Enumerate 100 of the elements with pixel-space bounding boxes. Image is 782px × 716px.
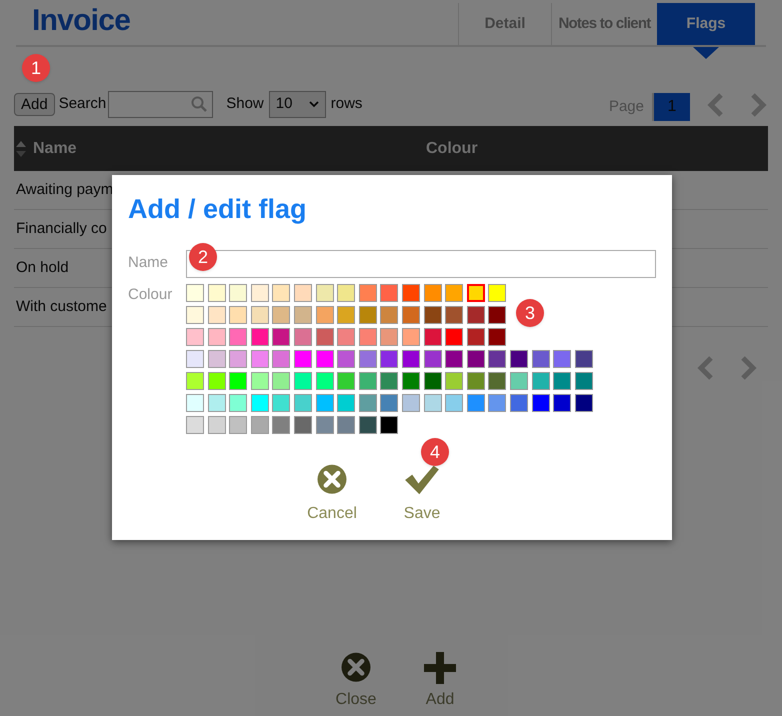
colour-swatch[interactable] xyxy=(510,350,528,368)
colour-swatch[interactable] xyxy=(186,306,204,324)
colour-swatch[interactable] xyxy=(488,284,506,302)
colour-swatch[interactable] xyxy=(424,350,442,368)
colour-swatch[interactable] xyxy=(316,284,334,302)
colour-swatch[interactable] xyxy=(250,394,269,412)
colour-swatch[interactable] xyxy=(358,306,377,324)
colour-swatch[interactable] xyxy=(424,394,442,412)
column-header[interactable]: Colour xyxy=(426,136,478,160)
colour-swatch[interactable] xyxy=(208,416,226,434)
colour-swatch[interactable] xyxy=(574,350,593,368)
colour-swatch[interactable] xyxy=(294,306,312,324)
colour-swatch[interactable] xyxy=(445,328,464,346)
colour-swatch[interactable] xyxy=(466,372,485,390)
chevron-right-icon[interactable] xyxy=(740,356,758,380)
colour-swatch[interactable] xyxy=(574,394,593,412)
colour-swatch[interactable] xyxy=(337,328,356,346)
colour-swatch[interactable] xyxy=(532,350,550,368)
colour-swatch[interactable] xyxy=(186,328,204,346)
tab[interactable]: Detail xyxy=(458,3,551,45)
colour-swatch[interactable] xyxy=(294,416,312,434)
colour-swatch[interactable] xyxy=(337,284,356,302)
colour-swatch[interactable] xyxy=(488,372,506,390)
colour-swatch[interactable] xyxy=(208,306,226,324)
colour-swatch[interactable] xyxy=(532,394,550,412)
colour-swatch[interactable] xyxy=(208,394,226,412)
colour-swatch[interactable] xyxy=(208,284,226,302)
colour-swatch[interactable] xyxy=(250,306,269,324)
colour-swatch[interactable] xyxy=(402,306,420,324)
colour-swatch[interactable] xyxy=(229,306,248,324)
name-field[interactable] xyxy=(186,250,656,278)
colour-swatch[interactable] xyxy=(380,328,398,346)
colour-swatch[interactable] xyxy=(186,372,204,390)
colour-swatch[interactable] xyxy=(250,328,269,346)
colour-swatch[interactable] xyxy=(424,284,442,302)
colour-swatch[interactable] xyxy=(424,372,442,390)
colour-swatch[interactable] xyxy=(424,306,442,324)
colour-swatch[interactable] xyxy=(294,284,312,302)
colour-swatch[interactable] xyxy=(337,306,356,324)
colour-swatch[interactable] xyxy=(445,350,464,368)
colour-swatch[interactable] xyxy=(250,284,269,302)
colour-swatch[interactable] xyxy=(358,416,377,434)
colour-swatch[interactable] xyxy=(272,394,290,412)
colour-swatch[interactable] xyxy=(380,350,398,368)
colour-swatch[interactable] xyxy=(229,416,248,434)
colour-swatch[interactable] xyxy=(553,372,572,390)
colour-swatch[interactable] xyxy=(445,394,464,412)
sort-icon[interactable] xyxy=(15,140,27,158)
colour-swatch[interactable] xyxy=(488,394,506,412)
colour-swatch[interactable] xyxy=(294,350,312,368)
colour-swatch[interactable] xyxy=(532,372,550,390)
colour-swatch[interactable] xyxy=(272,350,290,368)
colour-swatch[interactable] xyxy=(358,284,377,302)
colour-swatch[interactable] xyxy=(186,416,204,434)
colour-swatch[interactable] xyxy=(208,372,226,390)
colour-swatch[interactable] xyxy=(380,372,398,390)
colour-swatch[interactable] xyxy=(424,328,442,346)
colour-swatch[interactable] xyxy=(380,416,398,434)
colour-swatch[interactable] xyxy=(510,394,528,412)
colour-swatch[interactable] xyxy=(488,350,506,368)
colour-swatch[interactable] xyxy=(358,328,377,346)
column-header[interactable]: Name xyxy=(33,136,77,160)
colour-swatch[interactable] xyxy=(316,350,334,368)
colour-swatch[interactable] xyxy=(250,416,269,434)
colour-swatch[interactable] xyxy=(337,416,356,434)
chevron-right-icon[interactable] xyxy=(750,93,768,117)
close-action[interactable]: Close xyxy=(334,652,378,712)
colour-swatch[interactable] xyxy=(272,416,290,434)
colour-swatch[interactable] xyxy=(402,284,420,302)
colour-swatch[interactable] xyxy=(337,394,356,412)
colour-swatch[interactable] xyxy=(316,306,334,324)
colour-swatch[interactable] xyxy=(445,306,464,324)
colour-swatch[interactable] xyxy=(445,284,464,302)
colour-swatch[interactable] xyxy=(553,350,572,368)
colour-swatch[interactable] xyxy=(316,394,334,412)
chevron-left-icon[interactable] xyxy=(696,356,714,380)
colour-swatch[interactable] xyxy=(402,328,420,346)
colour-swatch[interactable] xyxy=(186,394,204,412)
colour-swatch[interactable] xyxy=(553,394,572,412)
colour-swatch[interactable] xyxy=(488,306,506,324)
colour-swatch[interactable] xyxy=(229,372,248,390)
colour-swatch[interactable] xyxy=(229,394,248,412)
colour-swatch[interactable] xyxy=(358,350,377,368)
colour-swatch[interactable] xyxy=(294,372,312,390)
colour-swatch[interactable] xyxy=(316,328,334,346)
colour-swatch[interactable] xyxy=(250,350,269,368)
colour-swatch[interactable] xyxy=(316,372,334,390)
save-action[interactable]: Save xyxy=(396,464,448,526)
rows-select[interactable]: 10 xyxy=(268,90,326,118)
colour-swatch[interactable] xyxy=(402,350,420,368)
colour-swatch[interactable] xyxy=(272,284,290,302)
search-field[interactable] xyxy=(108,90,214,118)
colour-swatch[interactable] xyxy=(337,372,356,390)
colour-swatch[interactable] xyxy=(208,350,226,368)
colour-swatch[interactable] xyxy=(466,284,485,302)
colour-swatch[interactable] xyxy=(466,328,485,346)
colour-swatch[interactable] xyxy=(402,394,420,412)
colour-swatch[interactable] xyxy=(250,372,269,390)
colour-swatch[interactable] xyxy=(574,372,593,390)
colour-swatch[interactable] xyxy=(466,394,485,412)
